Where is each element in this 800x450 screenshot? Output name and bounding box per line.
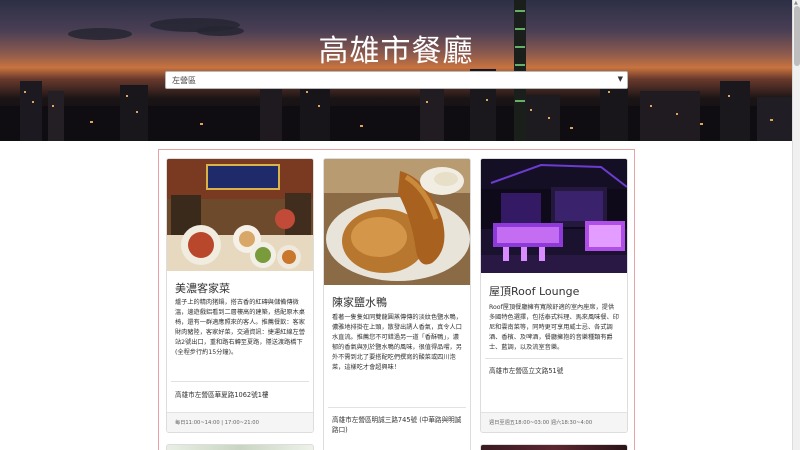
restaurant-address: 高雄市左營區華夏路1062號1樓	[175, 391, 269, 399]
restaurant-card[interactable]: 美濃客家菜 爐子上的精肉猪鍋，搭古香的紅磚與儲備傳微溫，邊遊戲鋁看到二層樓高的建…	[166, 158, 314, 433]
restaurant-name: 陳家鹽水鴨	[332, 296, 387, 309]
restaurant-description: 看著一隻隻如同雙龍圓蒸傳傳的淡紋色鹽水鴨，儂雅地排掛在上頭，散發出誘人香氣，真令…	[332, 314, 462, 371]
hero-banner: 高雄市餐廳 左營區 ▼	[0, 0, 792, 141]
restaurant-hours: 每日11:00~14:00 | 17:00~21:00	[167, 412, 313, 432]
restaurant-address: 高雄市左營區立文路51號	[489, 367, 564, 375]
restaurant-hours: 週日至週五18:00~03:00 週六18:30~4:00	[481, 412, 627, 432]
restaurant-card-next[interactable]	[480, 444, 628, 450]
restaurant-card-next[interactable]	[166, 444, 314, 450]
restaurant-photo	[481, 159, 627, 273]
scroll-thumb[interactable]	[794, 6, 800, 66]
restaurant-name: 屋頂Roof Lounge	[489, 285, 580, 298]
divider	[485, 358, 623, 359]
divider	[171, 381, 309, 382]
divider	[328, 407, 466, 408]
page-title: 高雄市餐廳	[318, 34, 474, 69]
chevron-down-icon: ▼	[617, 75, 623, 83]
district-select[interactable]: 左營區 ▼	[165, 71, 628, 89]
page: 高雄市餐廳 左營區 ▼ 美濃客家菜 爐子上的精肉猪鍋，搭古香的紅磚與儲備傳微溫，…	[0, 0, 800, 450]
restaurant-card[interactable]: 屋頂Roof Lounge Roof屋頂餐廳擁有寬敞舒適的室內座席，提供多國特色…	[480, 158, 628, 433]
restaurant-list: 美濃客家菜 爐子上的精肉猪鍋，搭古香的紅磚與儲備傳微溫，邊遊戲鋁看到二層樓高的建…	[158, 149, 635, 450]
restaurant-description: 爐子上的精肉猪鍋，搭古香的紅磚與儲備傳微溫，邊遊戲鋁看到二層樓高的建築，搭配原木…	[175, 299, 305, 356]
restaurant-photo	[167, 159, 313, 271]
district-select-value: 左營區	[172, 76, 196, 85]
restaurant-description: Roof屋頂餐廳擁有寬敞舒適的室內座席，提供多國特色選擇，包括泰式料理、馬來風味…	[489, 304, 619, 351]
vertical-scrollbar[interactable]: ▲	[792, 0, 800, 450]
restaurant-photo	[324, 159, 470, 285]
restaurant-card[interactable]: 陳家鹽水鴨 看著一隻隻如同雙龍圓蒸傳傳的淡紋色鹽水鴨，儂雅地排掛在上頭，散發出誘…	[323, 158, 471, 450]
restaurant-address: 高雄市左營區明誠三路745號 (中華路與明誠路口)	[332, 416, 462, 434]
restaurant-name: 美濃客家菜	[175, 282, 230, 295]
